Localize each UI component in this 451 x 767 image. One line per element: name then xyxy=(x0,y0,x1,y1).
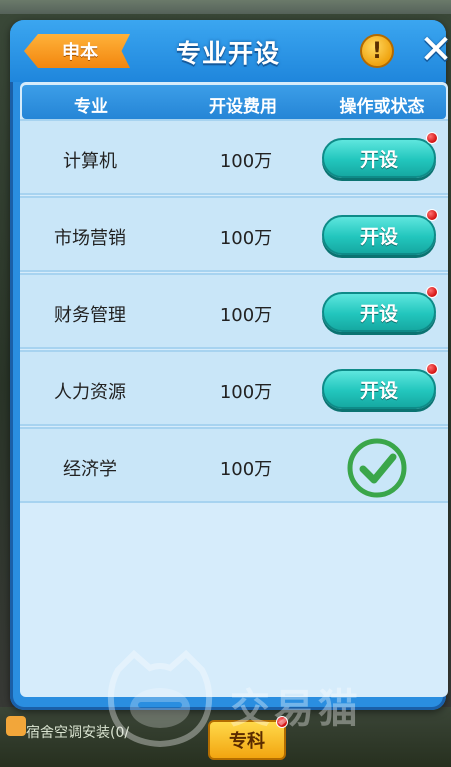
major-cost: 100万 xyxy=(219,382,273,403)
open-button[interactable]: 开设 xyxy=(322,138,436,178)
notification-dot-icon xyxy=(426,286,438,298)
major-cost: 100万 xyxy=(219,151,273,172)
open-button[interactable]: 开设 xyxy=(322,292,436,332)
column-header-major: 专业 xyxy=(74,97,108,117)
dorm-task-icon xyxy=(6,716,26,736)
major-name: 财务管理 xyxy=(54,305,126,326)
table-row: 经济学 100万 xyxy=(20,427,448,503)
major-name: 市场营销 xyxy=(54,228,126,249)
table-header: 专业 开设费用 操作或状态 xyxy=(22,85,446,119)
column-header-action: 操作或状态 xyxy=(339,97,425,117)
notification-dot-icon xyxy=(426,363,438,375)
notification-dot-icon xyxy=(426,132,438,144)
notification-dot-icon xyxy=(426,209,438,221)
major-name: 人力资源 xyxy=(54,382,126,403)
column-header-cost: 开设费用 xyxy=(209,97,277,117)
table-row: 计算机 100万 开设 xyxy=(20,119,448,195)
major-name: 计算机 xyxy=(63,151,117,172)
watermark-text: 交易猫 xyxy=(230,686,362,732)
major-name: 经济学 xyxy=(63,459,117,480)
major-table: 专业 开设费用 操作或状态 计算机 100万 开设 市场营销 100万 开设 财… xyxy=(20,82,448,697)
watermark: 交易猫 xyxy=(104,648,434,748)
table-row: 人力资源 100万 开设 xyxy=(20,350,448,426)
checkmark-icon xyxy=(347,438,407,498)
table-row: 市场营销 100万 开设 xyxy=(20,196,448,272)
cat-logo-icon xyxy=(107,649,213,748)
open-button[interactable]: 开设 xyxy=(322,369,436,409)
open-button[interactable]: 开设 xyxy=(322,215,436,255)
top-hud-strip xyxy=(0,0,451,14)
table-row: 财务管理 100万 开设 xyxy=(20,273,448,349)
major-cost: 100万 xyxy=(219,228,273,249)
major-cost: 100万 xyxy=(219,459,273,480)
close-icon[interactable]: ✕ xyxy=(416,27,451,73)
exclamation-icon[interactable]: ! xyxy=(360,34,394,68)
major-cost: 100万 xyxy=(219,305,273,326)
